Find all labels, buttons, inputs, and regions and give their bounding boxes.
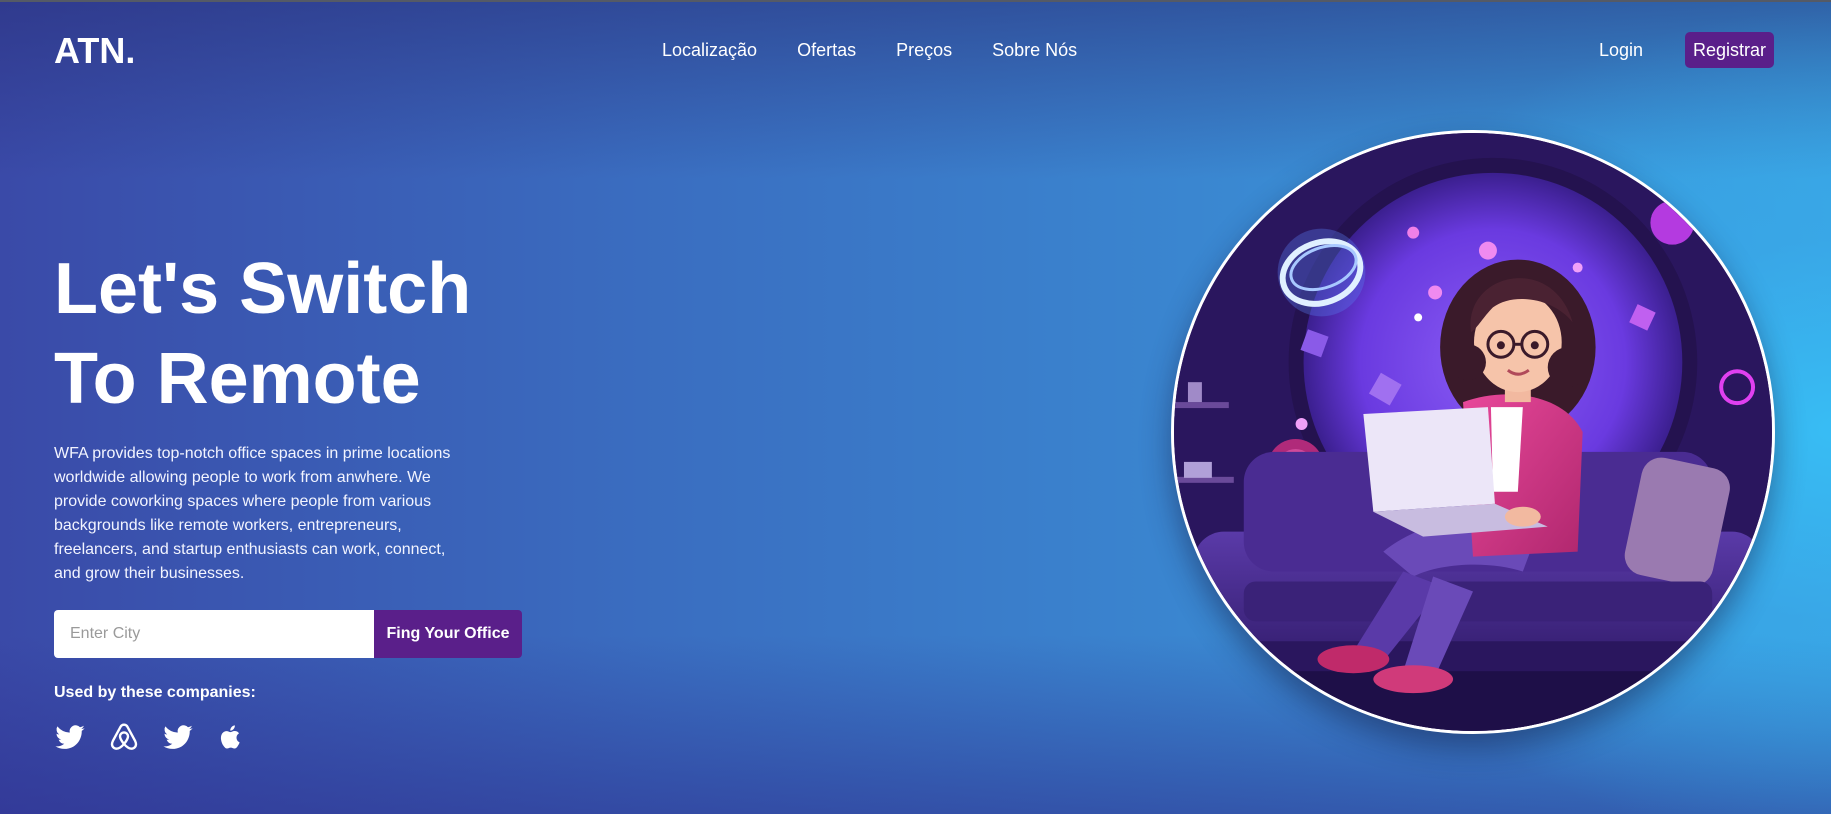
woman-with-laptop-illustration [1174,133,1772,731]
hero-title: Let's Switch To Remote [54,244,471,424]
nav-link-localizacao[interactable]: Localização [662,40,757,61]
nav-link-sobre-nos[interactable]: Sobre Nós [992,40,1077,61]
twitter-icon [162,722,194,754]
navbar: ATN. Localização Ofertas Preços Sobre Nó… [0,0,1831,100]
twitter-icon [54,722,86,754]
hero-illustration [1171,130,1775,734]
brand-logo[interactable]: ATN. [54,30,135,72]
city-search-form: Fing Your Office [54,610,522,658]
hero-description: WFA provides top-notch office spaces in … [54,445,451,582]
nav-menu: Localização Ofertas Preços Sobre Nós [662,40,1077,61]
login-link[interactable]: Login [1599,40,1643,61]
find-office-button[interactable]: Fing Your Office [374,610,522,658]
city-search-input[interactable] [54,610,374,658]
airbnb-icon [108,722,140,754]
nav-link-precos[interactable]: Preços [896,40,952,61]
hero-title-line-2: To Remote [54,339,421,419]
apple-icon [216,722,248,754]
register-button[interactable]: Registrar [1685,32,1774,68]
company-logos [54,722,248,754]
hero-title-line-1: Let's Switch [54,249,472,329]
companies-label: Used by these companies: [54,684,256,701]
nav-link-ofertas[interactable]: Ofertas [797,40,856,61]
